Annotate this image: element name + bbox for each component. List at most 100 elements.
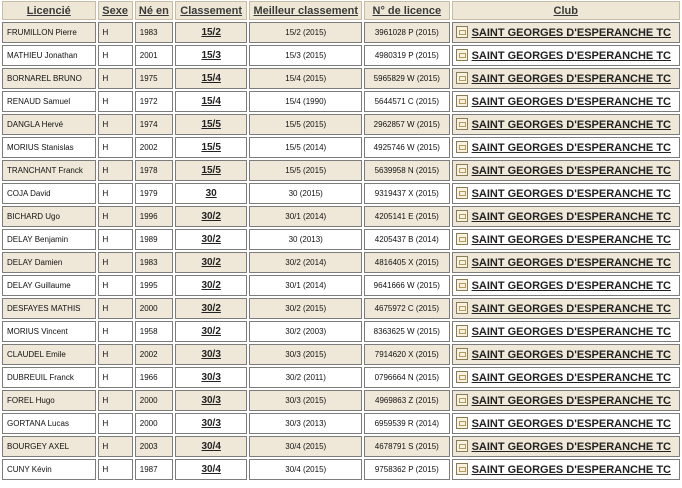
club-cell: SAINT GEORGES D'ESPERANCHE TC (451, 114, 680, 135)
player-sexe: H (97, 114, 133, 135)
player-best-ranking: 30/2 (2014) (249, 252, 363, 273)
club-link[interactable]: SAINT GEORGES D'ESPERANCHE TC (472, 50, 671, 62)
player-ranking-link[interactable]: 15/5 (174, 114, 248, 135)
club-card-icon[interactable] (455, 439, 468, 452)
player-ranking-link[interactable]: 30/2 (174, 252, 248, 273)
club-card-icon[interactable] (455, 71, 468, 84)
club-link[interactable]: SAINT GEORGES D'ESPERANCHE TC (472, 73, 671, 85)
column-header-licencie[interactable]: Licencié (2, 1, 96, 20)
club-link[interactable]: SAINT GEORGES D'ESPERANCHE TC (472, 303, 671, 315)
player-ranking-link[interactable]: 15/4 (174, 91, 248, 112)
column-header-club[interactable]: Club (451, 1, 680, 20)
club-link[interactable]: SAINT GEORGES D'ESPERANCHE TC (472, 27, 671, 39)
club-link[interactable]: SAINT GEORGES D'ESPERANCHE TC (472, 188, 671, 200)
player-ranking-link[interactable]: 15/4 (174, 68, 248, 89)
player-licence-number: 5639958 N (2015) (364, 160, 450, 181)
table-row: CUNY Kévin H 1987 30/4 30/4 (2015) 9758362 P … (2, 459, 680, 480)
club-card-icon[interactable] (455, 416, 468, 429)
player-birth-year: 1974 (134, 114, 173, 135)
player-sexe: H (97, 321, 133, 342)
club-link[interactable]: SAINT GEORGES D'ESPERANCHE TC (472, 96, 671, 108)
club-card-icon[interactable] (455, 278, 468, 291)
player-sexe: H (97, 229, 133, 250)
club-card-icon[interactable] (455, 347, 468, 360)
player-ranking-link[interactable]: 30/4 (174, 436, 248, 457)
club-link[interactable]: SAINT GEORGES D'ESPERANCHE TC (472, 280, 671, 292)
club-card-icon[interactable] (455, 370, 468, 383)
club-link[interactable]: SAINT GEORGES D'ESPERANCHE TC (472, 165, 671, 177)
player-sexe: H (97, 160, 133, 181)
player-licence-number: 4969863 Z (2015) (364, 390, 450, 411)
club-card-icon[interactable] (455, 163, 468, 176)
table-row: DELAY Guillaume H 1995 30/2 30/1 (2014) 96416… (2, 275, 680, 296)
player-ranking-link[interactable]: 30/2 (174, 298, 248, 319)
club-link[interactable]: SAINT GEORGES D'ESPERANCHE TC (472, 372, 671, 384)
player-name: BOURGEY AXEL (2, 436, 96, 457)
club-card-icon[interactable] (455, 209, 468, 222)
player-sexe: H (97, 45, 133, 66)
player-birth-year: 1979 (134, 183, 173, 204)
player-birth-year: 1989 (134, 229, 173, 250)
club-link[interactable]: SAINT GEORGES D'ESPERANCHE TC (472, 349, 671, 361)
club-card-icon[interactable] (455, 25, 468, 38)
player-birth-year: 2001 (134, 45, 173, 66)
club-link[interactable]: SAINT GEORGES D'ESPERANCHE TC (472, 234, 671, 246)
player-ranking-link[interactable]: 30/2 (174, 206, 248, 227)
player-ranking-link[interactable]: 30/4 (174, 459, 248, 480)
club-card-icon[interactable] (455, 94, 468, 107)
club-link[interactable]: SAINT GEORGES D'ESPERANCHE TC (472, 257, 671, 269)
club-card-icon[interactable] (455, 140, 468, 153)
player-ranking-link[interactable]: 30/2 (174, 275, 248, 296)
club-link[interactable]: SAINT GEORGES D'ESPERANCHE TC (472, 119, 671, 131)
player-ranking-link[interactable]: 15/5 (174, 160, 248, 181)
column-header-sexe[interactable]: Sexe (97, 1, 133, 20)
club-link[interactable]: SAINT GEORGES D'ESPERANCHE TC (472, 418, 671, 430)
column-header-meilleur-classement[interactable]: Meilleur classement (249, 1, 363, 20)
club-card-icon[interactable] (455, 324, 468, 337)
player-ranking-link[interactable]: 30/3 (174, 413, 248, 434)
table-row: FRUMILLON Pierre H 1983 15/2 15/2 (2015) 3961… (2, 22, 680, 43)
player-ranking-link[interactable]: 30 (174, 183, 248, 204)
player-best-ranking: 30/1 (2014) (249, 275, 363, 296)
column-header-ne-en[interactable]: Né en (134, 1, 173, 20)
club-card-icon[interactable] (455, 186, 468, 199)
player-ranking-link[interactable]: 30/3 (174, 390, 248, 411)
player-birth-year: 1975 (134, 68, 173, 89)
club-link[interactable]: SAINT GEORGES D'ESPERANCHE TC (472, 441, 671, 453)
club-cell: SAINT GEORGES D'ESPERANCHE TC (451, 321, 680, 342)
player-licence-number: 4980319 P (2015) (364, 45, 450, 66)
club-card-icon[interactable] (455, 462, 468, 475)
player-birth-year: 1987 (134, 459, 173, 480)
player-name: DANGLA Hervé (2, 114, 96, 135)
player-sexe: H (97, 390, 133, 411)
club-link[interactable]: SAINT GEORGES D'ESPERANCHE TC (472, 211, 671, 223)
column-header-classement[interactable]: Classement (174, 1, 248, 20)
player-ranking-link[interactable]: 30/3 (174, 367, 248, 388)
club-link[interactable]: SAINT GEORGES D'ESPERANCHE TC (472, 395, 671, 407)
club-link[interactable]: SAINT GEORGES D'ESPERANCHE TC (472, 142, 671, 154)
player-licence-number: 3961028 P (2015) (364, 22, 450, 43)
player-name: RENAUD Samuel (2, 91, 96, 112)
club-card-icon[interactable] (455, 48, 468, 61)
club-cell: SAINT GEORGES D'ESPERANCHE TC (451, 160, 680, 181)
player-ranking-link[interactable]: 30/2 (174, 229, 248, 250)
club-card-icon[interactable] (455, 117, 468, 130)
player-ranking-link[interactable]: 30/3 (174, 344, 248, 365)
player-name: CLAUDEL Emile (2, 344, 96, 365)
column-header-numero-licence[interactable]: N° de licence (364, 1, 450, 20)
club-link[interactable]: SAINT GEORGES D'ESPERANCHE TC (472, 326, 671, 338)
club-card-icon[interactable] (455, 232, 468, 245)
player-ranking-link[interactable]: 30/2 (174, 321, 248, 342)
player-licence-number: 4925746 W (2015) (364, 137, 450, 158)
player-best-ranking: 15/4 (2015) (249, 68, 363, 89)
player-ranking-link[interactable]: 15/5 (174, 137, 248, 158)
player-ranking-link[interactable]: 15/2 (174, 22, 248, 43)
player-ranking-link[interactable]: 15/3 (174, 45, 248, 66)
club-card-icon[interactable] (455, 255, 468, 268)
club-link[interactable]: SAINT GEORGES D'ESPERANCHE TC (472, 464, 671, 476)
player-licence-number: 4205437 B (2014) (364, 229, 450, 250)
club-card-icon[interactable] (455, 393, 468, 406)
club-card-icon[interactable] (455, 301, 468, 314)
player-sexe: H (97, 459, 133, 480)
player-name: DELAY Guillaume (2, 275, 96, 296)
